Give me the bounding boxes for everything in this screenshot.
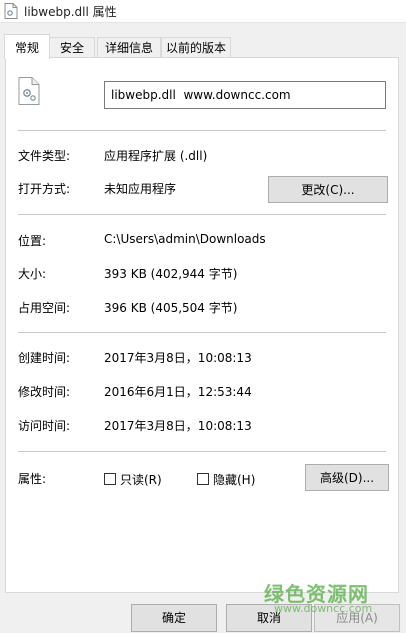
advanced-button[interactable]: 高级(D)... (305, 464, 389, 491)
apply-button[interactable]: 应用(A) (314, 604, 400, 632)
tab-details[interactable]: 详细信息 (97, 37, 161, 58)
separator (18, 332, 386, 333)
separator (18, 214, 386, 215)
dll-file-icon-large (18, 77, 40, 105)
accessed-label: 访问时间: (18, 419, 71, 433)
size-value: 393 KB (402,944 字节) (104, 267, 238, 281)
dll-file-icon (4, 3, 18, 19)
ok-button[interactable]: 确定 (131, 604, 217, 632)
hidden-checkbox[interactable] (197, 473, 209, 485)
opens-with-label: 打开方式: (18, 182, 71, 196)
general-panel: 文件类型: 应用程序扩展 (.dll) 打开方式: 未知应用程序 更改(C)..… (5, 57, 399, 593)
created-value: 2017年3月8日，10:08:13 (104, 351, 252, 365)
hidden-label[interactable]: 隐藏(H) (213, 471, 255, 488)
readonly-checkbox[interactable] (104, 473, 116, 485)
accessed-value: 2017年3月8日，10:08:13 (104, 419, 252, 433)
title-bar: libwebp.dll 属性 (0, 0, 406, 23)
location-value: C:\Users\admin\Downloads (104, 232, 266, 246)
readonly-label[interactable]: 只读(R) (120, 471, 162, 488)
modified-label: 修改时间: (18, 385, 71, 399)
change-button[interactable]: 更改(C)... (268, 176, 388, 203)
modified-value: 2016年6月1日，12:53:44 (104, 385, 252, 399)
cancel-button[interactable]: 取消 (226, 604, 312, 632)
location-label: 位置: (18, 234, 47, 248)
tab-previous-versions[interactable]: 以前的版本 (161, 37, 231, 58)
attributes-label: 属性: (18, 472, 47, 486)
window-title: libwebp.dll 属性 (24, 5, 117, 19)
file-type-label: 文件类型: (18, 149, 71, 163)
tab-bar: 常规 安全 详细信息 以前的版本 (0, 22, 406, 59)
file-name-input[interactable] (104, 81, 386, 109)
tab-security[interactable]: 安全 (49, 37, 95, 58)
size-on-disk-label: 占用空间: (18, 301, 71, 315)
separator (18, 451, 386, 452)
size-on-disk-value: 396 KB (405,504 字节) (104, 301, 238, 315)
separator (18, 130, 386, 131)
opens-with-value: 未知应用程序 (104, 182, 177, 196)
tab-general[interactable]: 常规 (4, 34, 50, 59)
created-label: 创建时间: (18, 351, 71, 365)
size-label: 大小: (18, 267, 47, 281)
file-type-value: 应用程序扩展 (.dll) (104, 149, 208, 163)
